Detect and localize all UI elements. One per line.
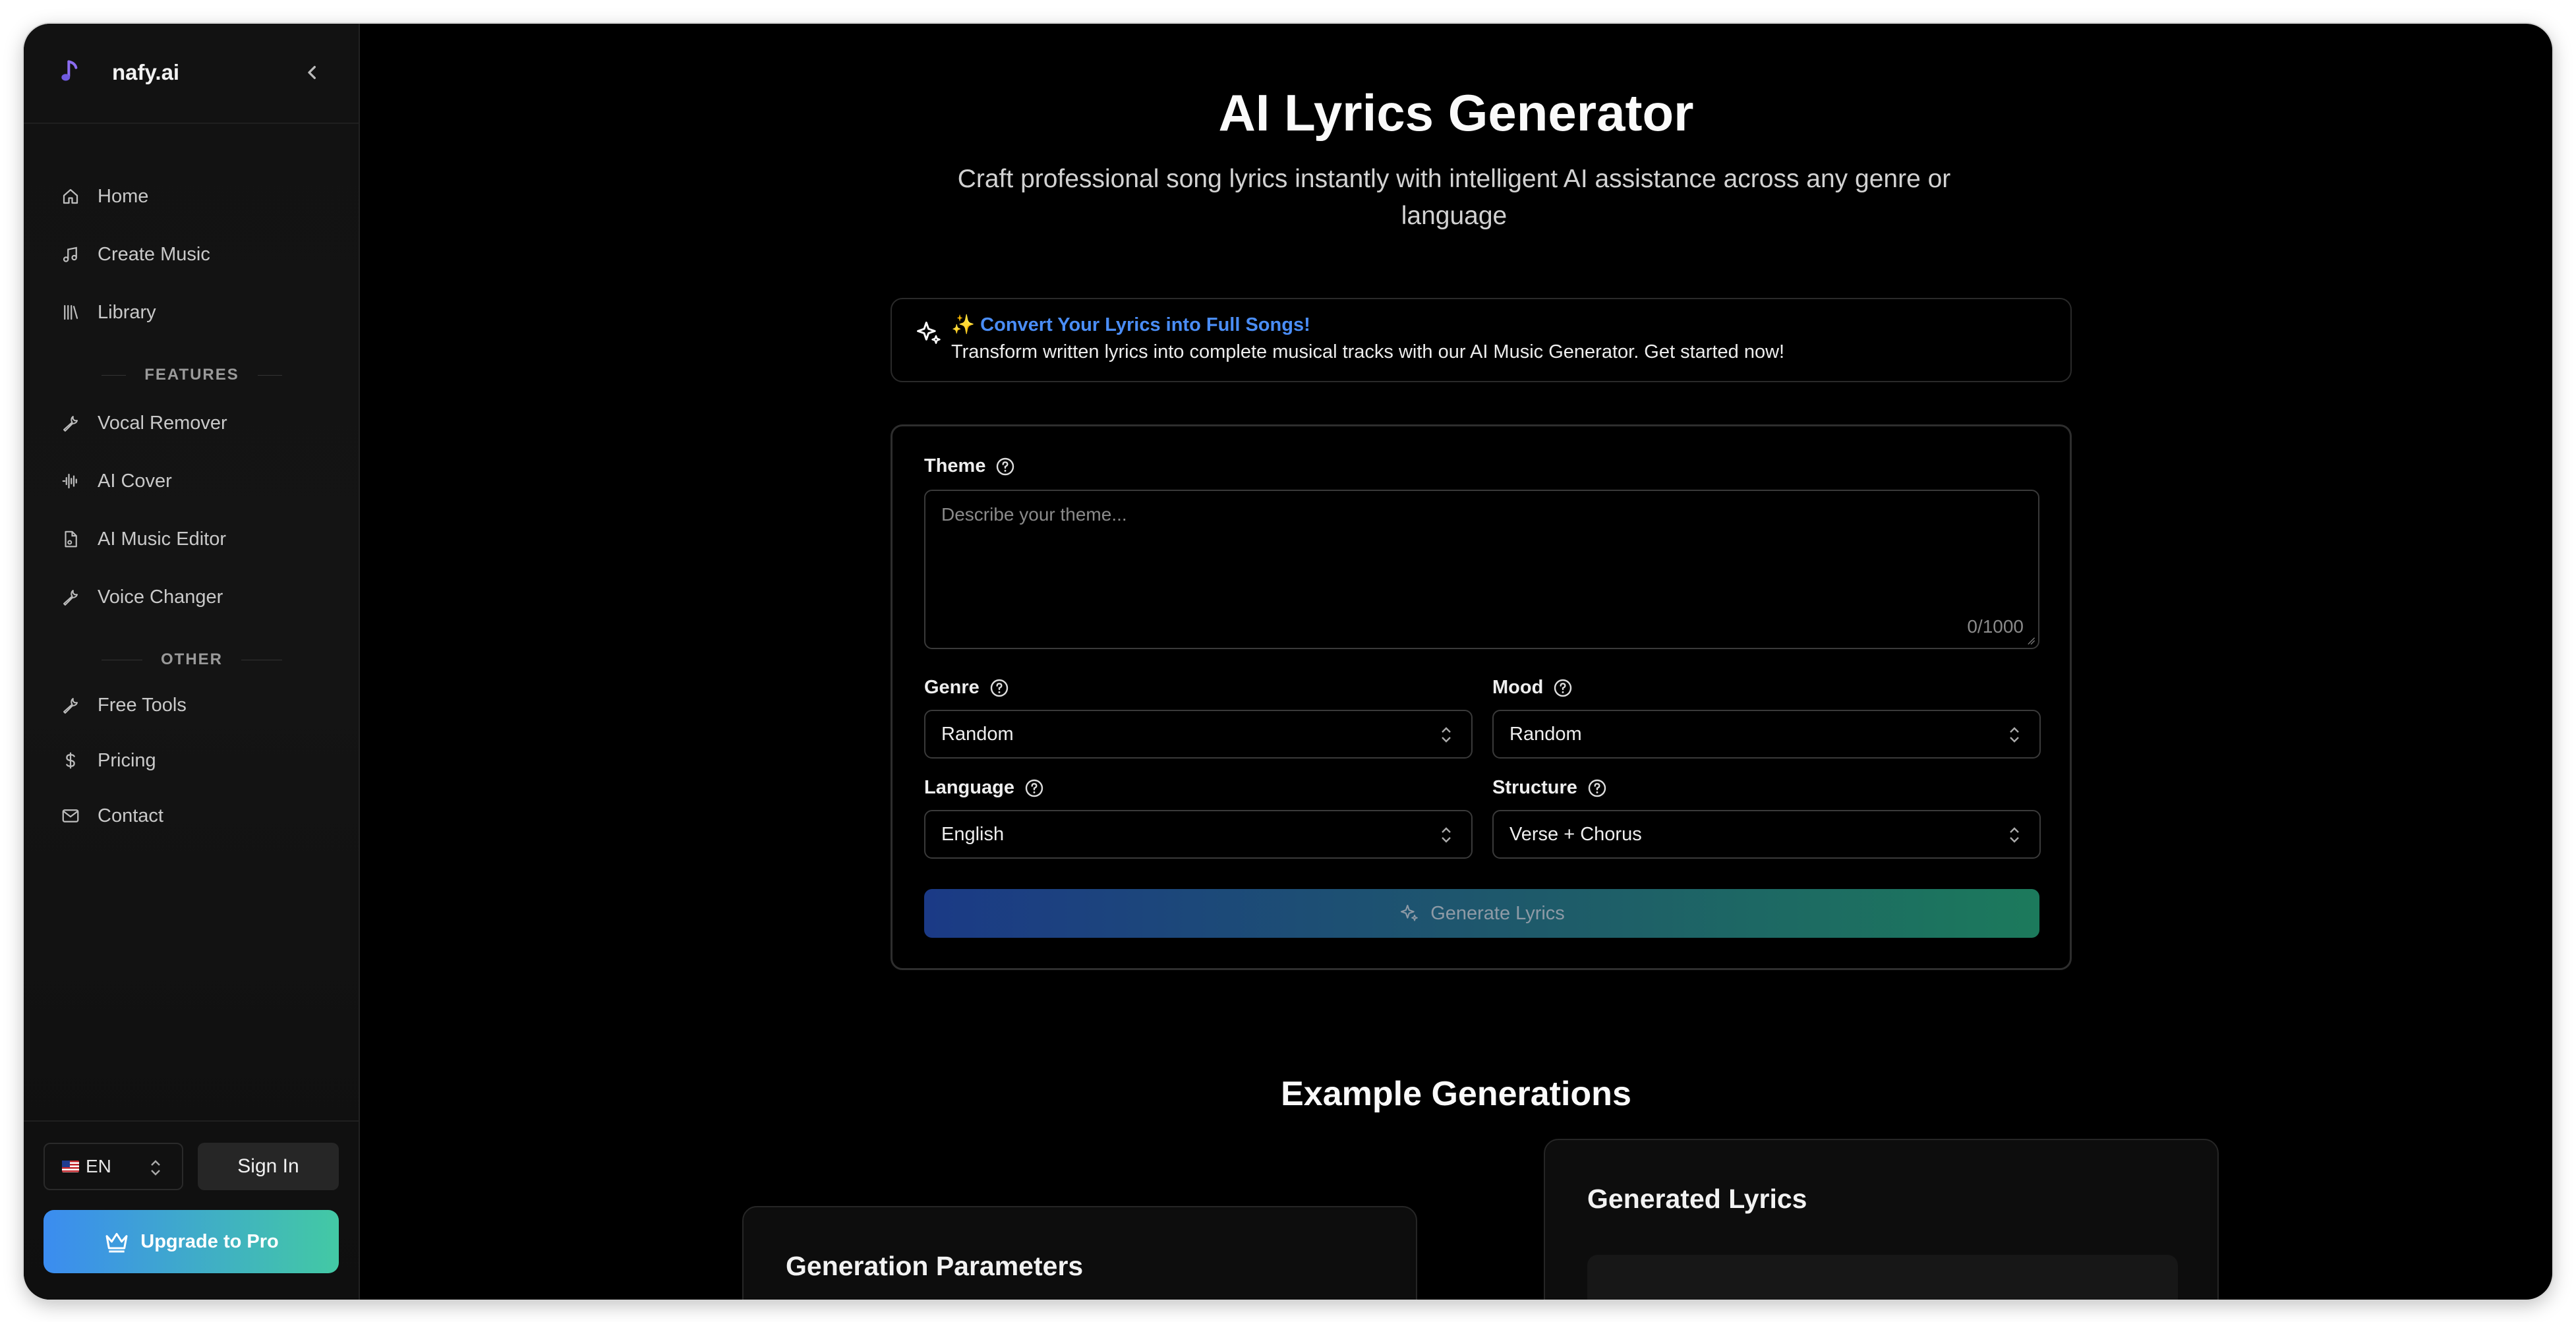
language-select-field[interactable]: English [924, 810, 1473, 859]
wrench-icon [63, 416, 78, 432]
lyrics-form: Theme Describe your theme... 0/1000 Genr… [891, 424, 2072, 970]
wrench-icon [63, 590, 78, 606]
structure-select[interactable]: Verse + Chorus [1492, 810, 2041, 859]
features-section-heading: FEATURES [83, 365, 301, 385]
chevron-up-down-icon [1442, 727, 1451, 743]
other-section-heading: OTHER [83, 650, 301, 670]
structure-label: Structure [1492, 777, 1608, 799]
theme-label: Theme [924, 455, 1016, 477]
sidebar-item-label: AI Music Editor [98, 528, 226, 550]
app-window: nafy.ai Home Create Music Library FEATUR… [24, 24, 2552, 1300]
sidebar-item-label: Contact [98, 805, 163, 826]
genre-select[interactable]: Random [924, 710, 1473, 759]
dollar-icon [66, 752, 75, 769]
upgrade-label: Upgrade to Pro [140, 1230, 279, 1252]
brand-name[interactable]: nafy.ai [112, 58, 179, 87]
sparkles-icon [917, 322, 941, 344]
generated-lyrics-box [1587, 1255, 2178, 1300]
sidebar-item-label: AI Cover [98, 470, 172, 492]
crown-icon [105, 1232, 128, 1253]
structure-label-text: Structure [1492, 777, 1577, 798]
structure-select-value: Verse + Chorus [1509, 823, 1642, 845]
mood-select[interactable]: Random [1492, 710, 2041, 759]
audio-file-icon [65, 531, 77, 548]
logo-music-icon [61, 60, 78, 81]
generation-parameters-title: Generation Parameters [786, 1251, 1084, 1281]
audio-wave-icon [62, 473, 77, 489]
mood-label: Mood [1492, 677, 1573, 699]
help-circle-icon[interactable] [995, 456, 1016, 477]
sidebar-item-voice-changer[interactable]: Voice Changer [61, 577, 223, 617]
sidebar-item-pricing[interactable]: Pricing [61, 741, 156, 780]
sidebar-item-home[interactable]: Home [61, 177, 148, 216]
chevron-up-down-icon [2010, 727, 2019, 743]
sidebar-item-label: Free Tools [98, 694, 187, 716]
sidebar-item-ai-music-editor[interactable]: AI Music Editor [61, 519, 226, 559]
sidebar-item-create-music[interactable]: Create Music [61, 235, 210, 274]
theme-label-text: Theme [924, 455, 986, 476]
sidebar-item-label: Create Music [98, 243, 210, 265]
music-note-icon [63, 246, 77, 262]
main-content: AI Lyrics Generator Craft professional s… [360, 24, 2552, 1300]
genre-select-value: Random [941, 723, 1014, 745]
chevron-up-down-icon [151, 1160, 160, 1176]
library-icon [64, 304, 78, 320]
sidebar-item-label: Pricing [98, 749, 156, 771]
chevron-up-down-icon [1442, 827, 1451, 843]
mail-icon [62, 809, 79, 822]
promo-title-link[interactable]: ✨ Convert Your Lyrics into Full Songs! [951, 314, 1310, 336]
examples-heading: Example Generations [1281, 1075, 1631, 1113]
generation-parameters-card: Generation Parameters [742, 1206, 1417, 1300]
sign-in-button[interactable]: Sign In [198, 1143, 339, 1190]
sidebar-item-label: Library [98, 301, 156, 323]
language-select-field-value: English [941, 823, 1005, 845]
sparkles-icon [1401, 904, 1419, 921]
sidebar: nafy.ai Home Create Music Library FEATUR… [24, 24, 360, 1300]
language-label: Language [924, 777, 1045, 799]
sidebar-item-library[interactable]: Library [61, 293, 156, 332]
generate-lyrics-button[interactable]: Generate Lyrics [924, 889, 2039, 938]
promo-text: Transform written lyrics into complete m… [951, 341, 1785, 362]
theme-textarea[interactable]: Describe your theme... 0/1000 [924, 490, 2039, 649]
sidebar-footer: EN Sign In Upgrade to Pro [24, 1120, 359, 1300]
language-select[interactable]: EN [44, 1143, 183, 1190]
generated-lyrics-card: Generated Lyrics [1544, 1139, 2219, 1300]
sidebar-item-ai-cover[interactable]: AI Cover [61, 461, 172, 501]
sidebar-item-label: Home [98, 185, 149, 207]
home-icon [63, 188, 78, 204]
mood-label-text: Mood [1492, 677, 1544, 698]
help-circle-icon[interactable] [989, 677, 1010, 699]
genre-label-text: Genre [924, 677, 980, 698]
page-title: AI Lyrics Generator [1218, 84, 1694, 142]
sidebar-item-vocal-remover[interactable]: Vocal Remover [61, 403, 227, 443]
help-circle-icon[interactable] [1587, 778, 1608, 799]
mood-select-value: Random [1509, 723, 1582, 745]
theme-placeholder: Describe your theme... [941, 504, 1127, 525]
chevron-up-down-icon [2010, 827, 2019, 843]
help-circle-icon[interactable] [1552, 677, 1573, 699]
help-circle-icon[interactable] [1024, 778, 1045, 799]
sidebar-item-contact[interactable]: Contact [61, 796, 163, 836]
upgrade-to-pro-button[interactable]: Upgrade to Pro [44, 1210, 339, 1273]
promo-banner[interactable]: ✨ Convert Your Lyrics into Full Songs! T… [891, 298, 2072, 382]
language-select-value: EN [86, 1156, 111, 1176]
page-subtitle: Craft professional song lyrics instantly… [957, 165, 1951, 230]
resize-grip-icon[interactable] [2026, 636, 2035, 645]
us-flag-icon [62, 1161, 79, 1172]
sidebar-item-label: Voice Changer [98, 586, 223, 608]
sidebar-item-free-tools[interactable]: Free Tools [61, 685, 187, 725]
genre-label: Genre [924, 677, 1010, 699]
wrench-icon [63, 698, 78, 714]
generate-lyrics-label: Generate Lyrics [1430, 902, 1565, 924]
language-label-text: Language [924, 777, 1014, 798]
theme-char-count: 0/1000 [1967, 616, 2024, 637]
collapse-sidebar-chevron-icon[interactable] [299, 59, 326, 86]
generated-lyrics-title: Generated Lyrics [1587, 1184, 1807, 1214]
sidebar-item-label: Vocal Remover [98, 412, 227, 434]
sidebar-header: nafy.ai [24, 24, 359, 124]
